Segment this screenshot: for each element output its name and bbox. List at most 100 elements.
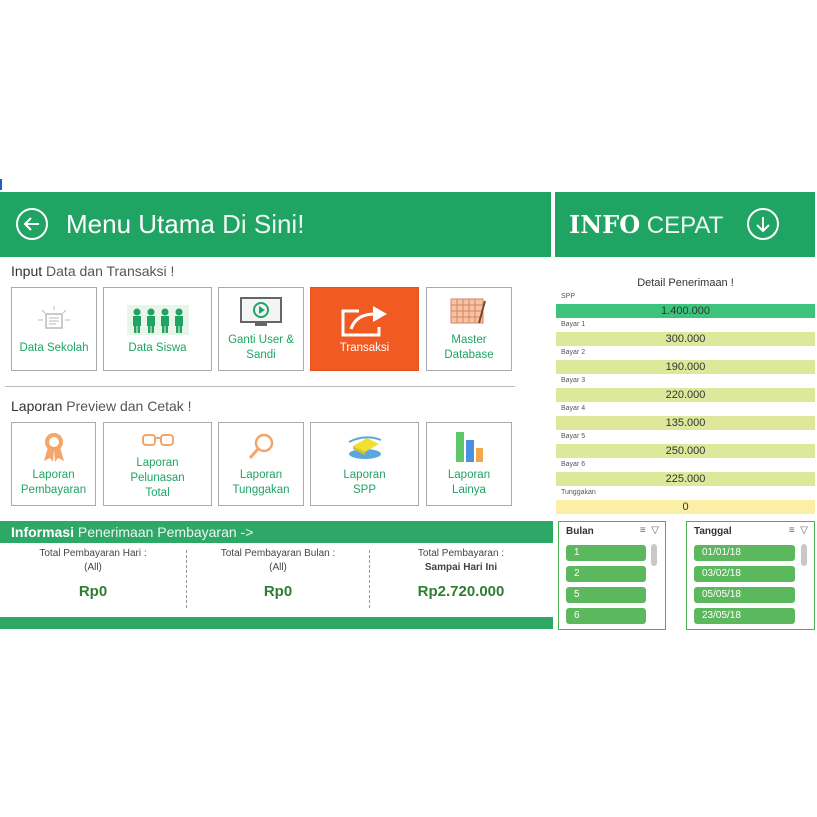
info-bar-title: Informasi Penerimaan Pembayaran -> xyxy=(11,524,253,540)
tile-label: Laporan Tunggakan xyxy=(232,469,290,496)
detail-row-value: 250.000 xyxy=(556,444,815,458)
detail-row-label: Bayar 5 xyxy=(561,433,586,440)
scrollbar-thumb[interactable] xyxy=(801,544,807,566)
cell-marker xyxy=(0,179,2,190)
slicer-tools: ≡ ▽ xyxy=(640,525,659,536)
slicer-item[interactable]: 23/05/18 xyxy=(694,608,795,624)
tile-master-database[interactable]: Master Database xyxy=(426,287,512,371)
tile-label: Data Sekolah xyxy=(19,341,89,354)
detail-row-label: Bayar 1 xyxy=(561,321,586,328)
total-semua-label: Total Pembayaran : xyxy=(417,548,505,559)
tile-laporan-spp[interactable]: Laporan SPP xyxy=(310,422,419,506)
report-title-light: Preview dan Cetak ! xyxy=(66,398,192,414)
multi-select-icon[interactable]: ≡ xyxy=(640,525,646,536)
total-hari-value: Rp0 xyxy=(78,583,108,600)
total-bulan-sub: (All) xyxy=(269,562,287,573)
detail-row-value: 225.000 xyxy=(556,472,815,486)
tile-data-sekolah[interactable]: Data Sekolah xyxy=(11,287,97,371)
tile-data-siswa[interactable]: Data Siswa xyxy=(103,287,212,371)
slicer-item[interactable]: 6 xyxy=(566,608,646,624)
clear-filter-icon[interactable]: ▽ xyxy=(800,525,808,536)
tile-label: Laporan SPP xyxy=(343,469,386,496)
ribbon-award-icon xyxy=(39,430,69,464)
tile-laporan-pelunasan[interactable]: Laporan Pelunasan Total xyxy=(103,422,212,506)
info-title-bold: INFO xyxy=(569,210,641,239)
detail-row-label: SPP xyxy=(561,293,576,300)
slicer-bulan[interactable]: Bulan ≡ ▽ 1 2 5 6 xyxy=(558,521,666,630)
back-arrow-icon[interactable] xyxy=(16,208,48,240)
tile-ganti-user[interactable]: Ganti User & Sandi xyxy=(218,287,304,371)
share-arrow-icon xyxy=(339,303,391,337)
detail-row-label: Bayar 4 xyxy=(561,405,586,412)
tile-label: Master Database xyxy=(444,334,494,361)
detail-row-value: 300.000 xyxy=(556,332,815,346)
glasses-icon xyxy=(141,428,175,452)
book-stack-icon xyxy=(345,430,385,464)
total-hari-sub: (All) xyxy=(84,562,102,573)
info-title-light: CEPAT xyxy=(646,212,724,239)
section-divider xyxy=(5,386,515,387)
clear-filter-icon[interactable]: ▽ xyxy=(651,525,659,536)
info-title: INFO CEPAT xyxy=(569,210,723,240)
slicer-tools: ≡ ▽ xyxy=(789,525,808,536)
detail-row-label: Bayar 2 xyxy=(561,349,586,356)
tile-laporan-pembayaran[interactable]: Laporan Pembayaran xyxy=(11,422,96,506)
detail-row-value: 190.000 xyxy=(556,360,815,374)
slicer-item[interactable]: 1 xyxy=(566,545,646,561)
total-hari: Total Pembayaran Hari : (All) Rp0 xyxy=(0,548,186,600)
page-title-light: Di Sini! xyxy=(222,209,305,239)
page-title-bold: Menu Utama xyxy=(66,209,215,239)
detail-row-label: Bayar 6 xyxy=(561,461,586,468)
bar-chart-icon xyxy=(452,430,486,464)
report-section-title: Laporan Preview dan Cetak ! xyxy=(11,398,192,414)
detail-row-label: Bayar 3 xyxy=(561,377,586,384)
tile-label: Ganti User & Sandi xyxy=(228,334,294,361)
main-header: Menu Utama Di Sini! xyxy=(0,192,551,257)
report-title-bold: Laporan xyxy=(11,398,63,414)
total-bulan-label: Total Pembayaran Bulan : xyxy=(220,548,336,559)
slicer-item[interactable]: 05/05/18 xyxy=(694,587,795,603)
input-title-light: Data dan Transaksi ! xyxy=(46,263,175,279)
total-semua-value: Rp2.720.000 xyxy=(417,583,505,600)
scrollbar-thumb[interactable] xyxy=(651,544,657,566)
slicer-item[interactable]: 5 xyxy=(566,587,646,603)
total-semua: Total Pembayaran : Sampai Hari Ini Rp2.7… xyxy=(370,548,552,600)
slicer-item[interactable]: 01/01/18 xyxy=(694,545,795,561)
slicer-bulan-title: Bulan xyxy=(566,526,594,537)
detail-row-value: 0 xyxy=(556,500,815,514)
info-title-light-text: Penerimaan Pembayaran -> xyxy=(77,524,254,540)
total-semua-sub: Sampai Hari Ini xyxy=(424,562,498,573)
detail-title: Detail Penerimaan ! xyxy=(637,277,734,289)
tile-laporan-lainya[interactable]: Laporan Lainya xyxy=(426,422,512,506)
tile-label: Transaksi xyxy=(339,341,390,354)
detail-row-value: 220.000 xyxy=(556,388,815,402)
info-header: INFO CEPAT xyxy=(555,192,815,257)
database-grid-icon xyxy=(449,295,489,329)
page-title: Menu Utama Di Sini! xyxy=(66,209,304,240)
school-data-icon xyxy=(34,303,74,337)
tile-label: Laporan Lainya xyxy=(447,469,491,496)
slicer-item[interactable]: 2 xyxy=(566,566,646,582)
tile-label: Laporan Pelunasan Total xyxy=(130,456,185,499)
tile-laporan-tunggakan[interactable]: Laporan Tunggakan xyxy=(218,422,304,506)
multi-select-icon[interactable]: ≡ xyxy=(789,525,795,536)
total-hari-label: Total Pembayaran Hari : xyxy=(39,548,147,559)
down-arrow-icon[interactable] xyxy=(747,208,779,240)
info-title-bold-text: Informasi xyxy=(11,524,75,540)
tile-transaksi[interactable]: Transaksi xyxy=(310,287,419,371)
slicer-item[interactable]: 03/02/18 xyxy=(694,566,795,582)
detail-row-value: 1.400.000 xyxy=(556,304,815,318)
tile-label: Data Siswa xyxy=(128,341,187,354)
input-title-bold: Input xyxy=(11,263,43,279)
slicer-tanggal-title: Tanggal xyxy=(694,526,732,537)
detail-row-value: 135.000 xyxy=(556,416,815,430)
slicer-tanggal[interactable]: Tanggal ≡ ▽ 01/01/18 03/02/18 05/05/18 2… xyxy=(686,521,815,630)
total-bulan: Total Pembayaran Bulan : (All) Rp0 xyxy=(187,548,369,600)
students-icon xyxy=(126,303,189,337)
tile-label: Laporan Pembayaran xyxy=(20,469,87,496)
input-section-title: Input Data dan Transaksi ! xyxy=(11,263,174,279)
info-bar: Informasi Penerimaan Pembayaran -> xyxy=(0,521,553,543)
monitor-play-icon xyxy=(239,295,283,329)
detail-row-label: Tunggakan xyxy=(561,489,596,496)
footer-bar xyxy=(0,617,553,629)
